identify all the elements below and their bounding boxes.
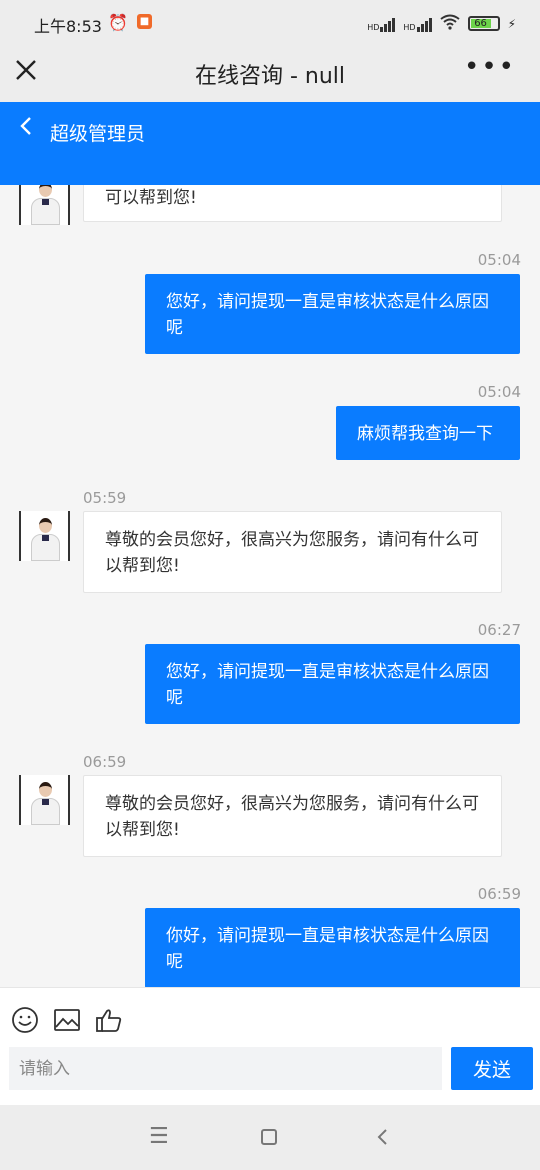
alarm-icon: ⏰ (108, 13, 128, 32)
status-bar: 上午8:53 ⏰ ■ HD HD 66 ⚡ (0, 0, 540, 48)
message-input[interactable] (9, 1047, 442, 1090)
avatar (19, 775, 70, 825)
input-panel: 发送 (0, 987, 540, 1105)
message-bubble-out: 麻烦帮我查询一下 (336, 406, 520, 460)
message-bubble-in: 尊敬的会员您好，很高兴为您服务，请问有什么可以帮到您! (83, 511, 502, 593)
avatar (19, 511, 70, 561)
home-icon[interactable] (260, 1127, 278, 1152)
message-time: 06:27 (477, 621, 521, 639)
message-time: 05:04 (477, 383, 521, 401)
network-label-1: HD (367, 22, 380, 32)
message-time: 05:59 (83, 489, 127, 507)
chat-header: 超级管理员 (0, 102, 540, 185)
contact-name: 超级管理员 (50, 123, 146, 145)
app-notification-icon: ■ (137, 14, 152, 29)
send-button[interactable]: 发送 (451, 1047, 533, 1090)
message-bubble-out: 你好，请问提现一直是审核状态是什么原因呢 (145, 908, 520, 987)
battery-level: 66 (470, 19, 491, 29)
battery-icon: 66 (467, 16, 500, 31)
toolbar (11, 1006, 123, 1034)
signal-2-icon: HD (403, 16, 432, 32)
message-time: 06:59 (83, 753, 127, 771)
back-nav-icon[interactable] (376, 1127, 388, 1152)
status-time: 上午8:53 (34, 17, 102, 36)
charging-icon: ⚡ (507, 16, 516, 31)
more-icon[interactable]: ••• (464, 52, 516, 82)
wifi-icon (439, 14, 460, 33)
status-right: HD HD 66 ⚡ (367, 14, 516, 33)
smile-icon[interactable] (11, 1006, 39, 1034)
network-label-2: HD (403, 22, 416, 32)
message-time: 05:04 (477, 251, 521, 269)
menu-icon[interactable]: ☰ (149, 1124, 169, 1149)
page-title: 在线咨询 - null (194, 64, 346, 89)
title-bar: 在线咨询 - null ••• (0, 48, 540, 102)
signal-1-icon: HD (367, 16, 396, 32)
avatar (19, 185, 70, 225)
system-nav-bar: ☰ (0, 1105, 540, 1170)
message-bubble-out: 您好，请问提现一直是审核状态是什么原因呢 (145, 644, 520, 724)
back-icon[interactable] (18, 114, 34, 145)
message-bubble-in: 可以帮到您! (83, 185, 502, 222)
message-bubble-out: 您好，请问提现一直是审核状态是什么原因呢 (145, 274, 520, 354)
thumbs-up-icon[interactable] (95, 1006, 123, 1034)
chat-area[interactable]: 可以帮到您! 05:04 您好，请问提现一直是审核状态是什么原因呢 05:04 … (0, 185, 540, 987)
message-time: 06:59 (477, 885, 521, 903)
image-icon[interactable] (53, 1006, 81, 1034)
message-bubble-in: 尊敬的会员您好，很高兴为您服务，请问有什么可以帮到您! (83, 775, 502, 857)
